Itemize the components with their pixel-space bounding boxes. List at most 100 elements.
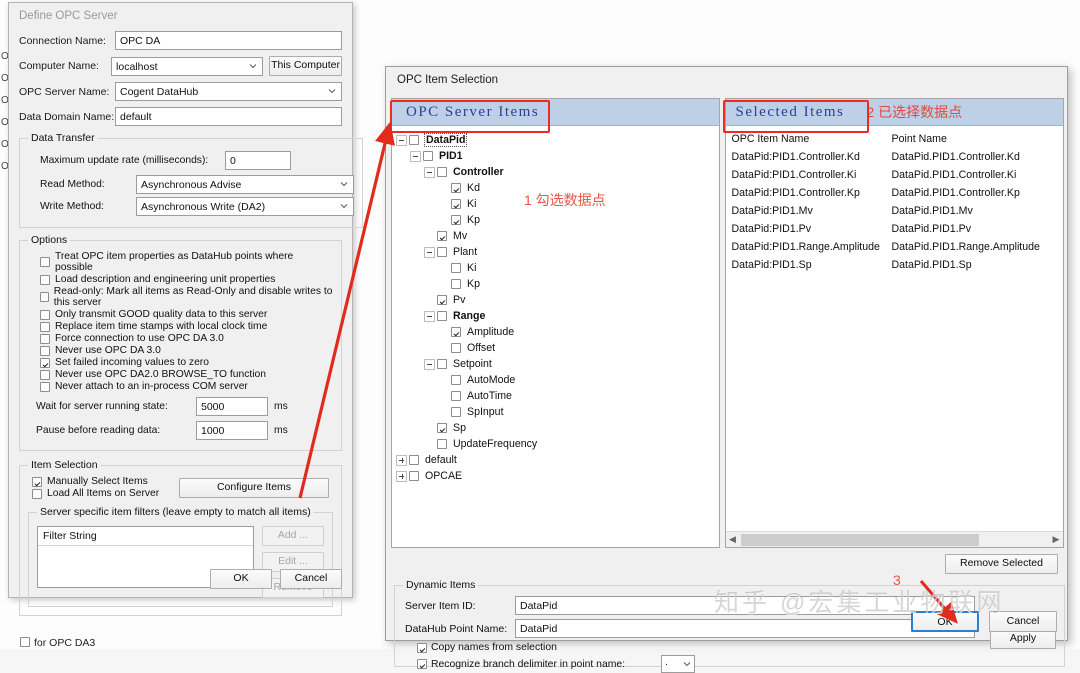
tree-node-checkbox[interactable] — [437, 311, 447, 321]
checkbox-box[interactable] — [40, 321, 50, 332]
max-update-rate-input[interactable]: 0 — [225, 151, 291, 170]
option-checkbox[interactable]: Replace item time stamps with local cloc… — [40, 321, 333, 332]
this-computer-button[interactable]: This Computer — [269, 56, 342, 76]
expand-icon[interactable] — [396, 470, 407, 482]
manually-select-items-checkbox[interactable]: Manually Select Items — [32, 476, 179, 487]
checkbox-box[interactable] — [40, 274, 50, 285]
selected-item-row[interactable]: DataPid:PID1.Controller.Kp DataPid.PID1.C… — [726, 184, 1063, 202]
option-checkbox[interactable]: Read-only: Mark all items as Read-Only a… — [40, 286, 333, 308]
scroll-right-icon[interactable]: ▶ — [1049, 534, 1063, 545]
checkbox-box[interactable] — [32, 476, 42, 487]
scroll-left-icon[interactable]: ◀ — [726, 534, 740, 545]
datahub-point-name-input[interactable]: DataPid — [515, 619, 975, 638]
tree-node[interactable]: Range — [396, 308, 719, 324]
tree-node-checkbox[interactable] — [409, 455, 419, 465]
tree-node-checkbox[interactable] — [409, 471, 419, 481]
connection-name-input[interactable]: OPC DA — [115, 31, 342, 50]
option-checkbox[interactable]: Only transmit GOOD quality data to this … — [40, 309, 333, 320]
tree-node-checkbox[interactable] — [437, 167, 447, 177]
tree-node[interactable]: Kp — [396, 276, 719, 292]
checkbox-box[interactable] — [417, 659, 427, 669]
tree-node-checkbox[interactable] — [437, 439, 447, 449]
checkbox-box[interactable] — [40, 292, 49, 302]
tree-node-checkbox[interactable] — [451, 215, 461, 225]
tree-node[interactable]: PID1 — [396, 148, 719, 164]
define-cancel-button[interactable]: Cancel — [280, 569, 342, 589]
remove-selected-button[interactable]: Remove Selected — [945, 554, 1058, 574]
collapse-icon[interactable] — [424, 310, 435, 322]
collapse-icon[interactable] — [410, 150, 421, 162]
configure-items-button[interactable]: Configure Items — [179, 478, 329, 498]
tree-node[interactable]: Ki — [396, 260, 719, 276]
collapse-icon[interactable] — [424, 166, 435, 178]
selected-items-list[interactable]: OPC Item Name Point Name DataPid:PID1.Cont… — [726, 127, 1063, 530]
data-domain-name-input[interactable]: default — [115, 107, 342, 126]
tree-node-checkbox[interactable] — [451, 375, 461, 385]
tree-node[interactable]: AutoMode — [396, 372, 719, 388]
tree-node-checkbox[interactable] — [451, 183, 461, 193]
checkbox-box[interactable] — [40, 357, 50, 368]
tree-node[interactable]: Controller — [396, 164, 719, 180]
collapse-icon[interactable] — [424, 358, 435, 370]
checkbox-box[interactable] — [20, 637, 30, 647]
tree-node[interactable]: Setpoint — [396, 356, 719, 372]
tree-node-checkbox[interactable] — [437, 295, 447, 305]
selected-item-row[interactable]: DataPid:PID1.Sp DataPid.PID1.Sp — [726, 256, 1063, 274]
tree-node-checkbox[interactable] — [451, 327, 461, 337]
horizontal-scrollbar[interactable]: ◀ ▶ — [725, 531, 1063, 547]
wait-for-server-input[interactable]: 5000 — [196, 397, 268, 416]
filter-add-button[interactable]: Add ... — [262, 526, 324, 546]
tree-node[interactable]: Plant — [396, 244, 719, 260]
tree-node[interactable]: Sp — [396, 420, 719, 436]
expand-icon[interactable] — [396, 454, 407, 466]
computer-name-combo[interactable]: localhost — [111, 56, 264, 76]
option-checkbox[interactable]: Never use OPC DA2.0 BROWSE_TO function — [40, 369, 333, 380]
checkbox-box[interactable] — [40, 345, 50, 356]
tree-node[interactable]: Offset — [396, 340, 719, 356]
pause-before-reading-input[interactable]: 1000 — [196, 421, 268, 440]
write-method-combo[interactable]: Asynchronous Write (DA2) — [136, 197, 354, 216]
tree-node-checkbox[interactable] — [451, 343, 461, 353]
checkbox-box[interactable] — [40, 369, 50, 380]
option-checkbox[interactable]: Treat OPC item properties as DataHub poi… — [40, 251, 333, 273]
checkbox-box[interactable] — [417, 642, 427, 653]
tree-node[interactable]: Pv — [396, 292, 719, 308]
checkbox-box[interactable] — [40, 381, 50, 392]
copy-names-checkbox[interactable]: Copy names from selection — [417, 642, 1056, 653]
scrollbar-thumb[interactable] — [740, 533, 979, 546]
tree-node[interactable]: default — [396, 452, 719, 468]
checkbox-box[interactable] — [32, 488, 42, 499]
apply-button[interactable]: Apply — [990, 629, 1056, 649]
load-all-items-checkbox[interactable]: Load All Items on Server — [32, 488, 179, 499]
tree-node[interactable]: OPCAE — [396, 468, 719, 484]
tree-node-checkbox[interactable] — [409, 135, 419, 145]
opc-server-name-combo[interactable]: Cogent DataHub — [115, 82, 342, 101]
collapse-icon[interactable] — [424, 246, 435, 258]
tree-node-checkbox[interactable] — [437, 359, 447, 369]
tree-node-checkbox[interactable] — [451, 263, 461, 273]
tree-node[interactable]: Kp — [396, 212, 719, 228]
selected-item-row[interactable]: DataPid:PID1.Controller.Kd DataPid.PID1.C… — [726, 148, 1063, 166]
option-checkbox[interactable]: Never use OPC DA 3.0 — [40, 345, 333, 356]
tree-node-checkbox[interactable] — [423, 151, 433, 161]
tree-node-checkbox[interactable] — [451, 391, 461, 401]
tree-node[interactable]: Mv — [396, 228, 719, 244]
checkbox-box[interactable] — [40, 257, 50, 267]
selected-item-row[interactable]: DataPid:PID1.Mv DataPid.PID1.Mv — [726, 202, 1063, 220]
tree-node[interactable]: SpInput — [396, 404, 719, 420]
option-checkbox[interactable]: Force connection to use OPC DA 3.0 — [40, 333, 333, 344]
tree-node-checkbox[interactable] — [451, 407, 461, 417]
selected-item-row[interactable]: DataPid:PID1.Range.Amplitude DataPid.PID1… — [726, 238, 1063, 256]
tree-node[interactable]: AutoTime — [396, 388, 719, 404]
option-checkbox[interactable]: Load description and engineering unit pr… — [40, 274, 333, 285]
tree-node[interactable]: Amplitude — [396, 324, 719, 340]
checkbox-box[interactable] — [40, 309, 50, 320]
selected-item-row[interactable]: DataPid:PID1.Pv DataPid.PID1.Pv — [726, 220, 1063, 238]
tree-node-checkbox[interactable] — [451, 199, 461, 209]
for-opc-da3-checkbox[interactable]: for OPC DA3 — [20, 637, 95, 649]
option-checkbox[interactable]: Never attach to an in-process COM server — [40, 381, 333, 392]
tree-node[interactable]: UpdateFrequency — [396, 436, 719, 452]
checkbox-box[interactable] — [40, 333, 50, 344]
collapse-icon[interactable] — [396, 134, 407, 146]
option-checkbox[interactable]: Set failed incoming values to zero — [40, 357, 333, 368]
